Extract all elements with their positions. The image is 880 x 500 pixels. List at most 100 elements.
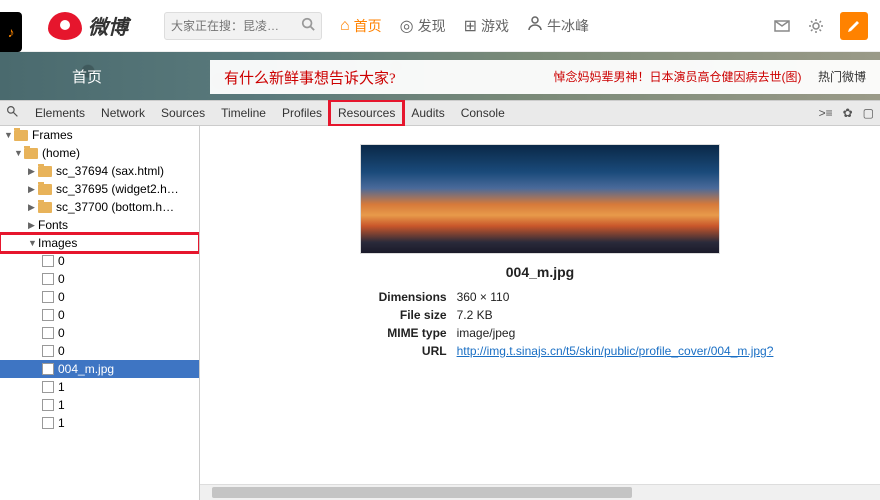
image-file-icon [42,345,54,357]
devtools-main: Frames (home) sc_37694 (sax.html) sc_376… [0,126,880,500]
image-file-icon [42,381,54,393]
tree-fonts[interactable]: Fonts [0,216,199,234]
tree-file[interactable]: sc_37695 (widget2.h… [0,180,199,198]
tree-image-item[interactable]: 0 [0,342,199,360]
tree-label: 004_m.jpg [58,362,114,376]
tree-file[interactable]: sc_37700 (bottom.h… [0,198,199,216]
tree-label: Frames [32,128,73,142]
tree-images[interactable]: Images [0,234,199,252]
tree-frames[interactable]: Frames [0,126,199,144]
tree-label: 0 [58,326,65,340]
tree-label: 1 [58,416,65,430]
tree-label: 0 [58,308,65,322]
tab-network[interactable]: Network [93,101,153,125]
settings-gear-icon[interactable]: ✿ [843,106,853,120]
banner-hot-link[interactable]: 热门微博 [818,70,866,84]
compose-button[interactable] [840,12,868,40]
dock-icon[interactable]: ▢ [863,106,874,120]
image-file-icon [42,273,54,285]
tree-label: sc_37694 (sax.html) [56,164,164,178]
tree-label: 1 [58,380,65,394]
search-box[interactable] [164,12,322,40]
nav-label: 牛冰峰 [547,16,589,36]
image-file-icon [42,399,54,411]
tree-image-item[interactable]: 0 [0,270,199,288]
home-icon: ⌂ [340,17,350,35]
header-actions [772,12,868,40]
devtools-bar: Elements Network Sources Timeline Profil… [0,100,880,126]
devtools-right-icons: >≡ ✿ ▢ [819,106,874,120]
nav-home[interactable]: ⌂ 首页 [340,16,382,36]
horizontal-scrollbar[interactable] [200,484,880,500]
tree-image-item[interactable]: 1 [0,378,199,396]
tree-label: Images [38,236,77,250]
meta-value: image/jpeg [457,324,516,342]
tree-label: 1 [58,398,65,412]
main-nav: ⌂ 首页 ◎ 发现 ⊞ 游戏 牛冰峰 [340,15,589,36]
gear-icon[interactable] [806,16,826,36]
meta-value: 360 × 110 [457,288,510,306]
inspect-icon[interactable] [6,105,19,121]
image-file-icon [42,255,54,267]
tab-console[interactable]: Console [453,101,513,125]
tree-image-item[interactable]: 0 [0,252,199,270]
nav-discover[interactable]: ◎ 发现 [400,16,446,36]
banner-home-label[interactable]: 首页 [72,66,102,87]
image-file-icon [42,327,54,339]
tree-label: sc_37700 (bottom.h… [56,200,174,214]
tab-profiles[interactable]: Profiles [274,101,330,125]
tree-image-item[interactable]: 0 [0,306,199,324]
music-tab[interactable]: ♪ [0,12,22,52]
tree-image-item[interactable]: 0 [0,324,199,342]
meta-label: URL [307,342,457,360]
image-file-icon [42,417,54,429]
image-preview [360,144,720,254]
meta-url-link[interactable]: http://img.t.sinajs.cn/t5/skin/public/pr… [457,342,774,360]
folder-icon [24,148,38,159]
meta-value: 7.2 KB [457,306,493,324]
console-toggle-icon[interactable]: >≡ [819,106,833,120]
tree-image-item[interactable]: 004_m.jpg [0,360,199,378]
search-icon[interactable] [301,17,315,34]
tab-timeline[interactable]: Timeline [213,101,274,125]
nav-user[interactable]: 牛冰峰 [527,15,589,36]
weibo-header: ♪ 微博 ⌂ 首页 ◎ 发现 ⊞ 游戏 牛冰峰 [0,0,880,52]
nav-games[interactable]: ⊞ 游戏 [464,16,509,36]
user-icon [527,15,543,36]
scrollbar-thumb[interactable] [212,487,632,498]
tree-label: sc_37695 (widget2.h… [56,182,179,196]
folder-icon [38,202,52,213]
file-metadata: Dimensions360 × 110 File size7.2 KB MIME… [307,288,774,360]
tab-sources[interactable]: Sources [153,101,213,125]
tree-label: 0 [58,272,65,286]
mail-icon[interactable] [772,16,792,36]
tree-image-item[interactable]: 1 [0,414,199,432]
meta-label: Dimensions [307,288,457,306]
resource-preview: 004_m.jpg Dimensions360 × 110 File size7… [200,126,880,500]
tab-elements[interactable]: Elements [27,101,93,125]
tab-audits[interactable]: Audits [403,101,452,125]
nav-label: 发现 [418,16,446,36]
profile-banner: 首页 有什么新鲜事想告诉大家? 悼念妈妈辈男神！日本演员高仓健因病去世(图) 热… [0,52,880,100]
logo[interactable]: 微博 [48,11,128,40]
image-file-icon [42,363,54,375]
tree-label: Fonts [38,218,68,232]
tree-label: 0 [58,290,65,304]
image-file-icon [42,309,54,321]
meta-label: MIME type [307,324,457,342]
logo-eye-icon [48,12,82,40]
resources-sidebar: Frames (home) sc_37694 (sax.html) sc_376… [0,126,200,500]
folder-icon [38,166,52,177]
tree-image-item[interactable]: 0 [0,288,199,306]
tree-image-item[interactable]: 1 [0,396,199,414]
tree-file[interactable]: sc_37694 (sax.html) [0,162,199,180]
tab-resources[interactable]: Resources [330,101,403,125]
banner-content-strip: 有什么新鲜事想告诉大家? 悼念妈妈辈男神！日本演员高仓健因病去世(图) 热门微博 [210,60,880,94]
compose-prompt[interactable]: 有什么新鲜事想告诉大家? [224,67,396,88]
banner-news-link[interactable]: 悼念妈妈辈男神！日本演员高仓健因病去世(图) [554,70,802,84]
nav-label: 游戏 [481,16,509,36]
tree-home[interactable]: (home) [0,144,199,162]
tree-label: (home) [42,146,80,160]
folder-icon [14,130,28,141]
search-input[interactable] [171,19,301,33]
